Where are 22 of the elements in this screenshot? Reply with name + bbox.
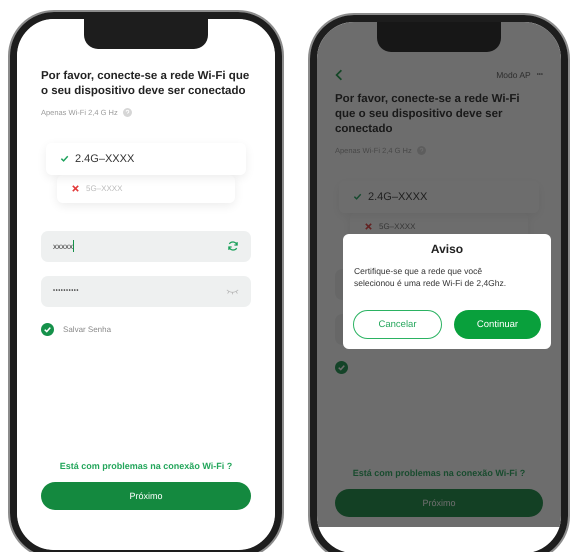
network-option[interactable]: 2.4G–XXXX [46,142,246,175]
next-button[interactable]: Próximo [41,482,251,510]
wifi-help-link[interactable]: Está com problemas na conexão Wi-Fi ? [60,461,232,471]
cancel-button[interactable]: Cancelar [353,310,442,339]
checkbox[interactable] [335,360,348,374]
network-option[interactable]: 5G–XXXX [57,174,235,203]
eye-closed-icon[interactable] [226,288,239,295]
dialog-title: Aviso [430,242,464,256]
screen-title: Por favor, conecte-se a rede Wi-Fi que o seu dispositivo deve ser conectado [41,69,250,99]
refresh-icon[interactable] [227,240,239,252]
save-password-label: Salvar Senha [63,324,112,334]
dialog-message: Certifique-se que a rede que você selecionou é uma rede Wi-Fi de 2,4Ghz. [353,266,508,290]
mode-label: Modo AP [496,70,531,80]
wifi-help-link[interactable]: Está com problemas na conexão Wi-Fi ? [352,468,526,478]
help-icon[interactable] [122,108,132,117]
checkbox[interactable] [41,322,54,336]
network-option[interactable]: 2.4G–XXXX [339,180,539,213]
continue-button[interactable]: Continuar [454,310,541,339]
next-button[interactable]: Próximo [335,489,543,517]
screen-title: Por favor, conecte-se a rede Wi-Fi que o seu dispositivo deve ser conectado [335,92,521,137]
network-name-field[interactable]: xxxxx [41,230,251,262]
back-icon[interactable] [335,69,343,81]
